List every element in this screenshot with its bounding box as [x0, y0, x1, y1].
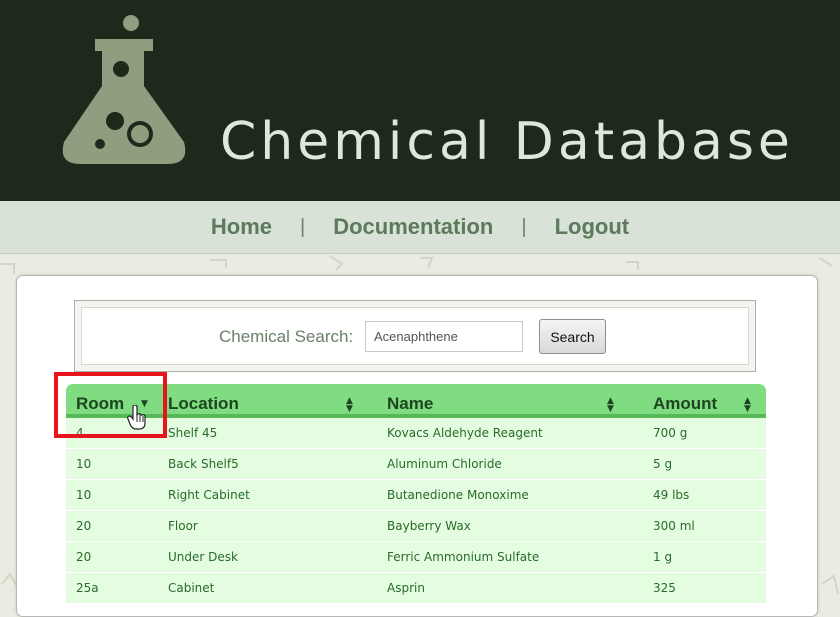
cell-room: 10: [76, 457, 92, 471]
cell-location: Under Desk: [168, 550, 238, 564]
cell-room: 20: [76, 519, 92, 533]
cell-amount: 700 g: [653, 426, 688, 440]
cell-room: 25a: [76, 581, 99, 595]
cell-amount: 5 g: [653, 457, 673, 471]
flask-icon: [62, 15, 186, 164]
search-button[interactable]: Search: [539, 319, 606, 354]
highlight-box: [54, 372, 167, 438]
sort-both-icon[interactable]: ▲ ▼: [607, 397, 614, 414]
nav-home-link[interactable]: Home: [211, 214, 272, 240]
cell-room: 10: [76, 488, 92, 502]
search-input[interactable]: [365, 321, 523, 352]
cell-name: Butanedione Monoxime: [387, 488, 529, 502]
table-header: Room ▼ Location ▲ ▼ Name ▲ ▼ Amount ▲ ▼: [66, 384, 766, 418]
table-row[interactable]: 10 Right Cabinet Butanedione Monoxime 49…: [66, 480, 766, 511]
sort-both-icon[interactable]: ▲ ▼: [744, 397, 751, 414]
table-row[interactable]: 4 Shelf 45 Kovacs Aldehyde Reagent 700 g: [66, 418, 766, 449]
cell-location: Back Shelf5: [168, 457, 239, 471]
nav-separator: |: [300, 215, 306, 238]
table-row[interactable]: 20 Floor Bayberry Wax 300 ml: [66, 511, 766, 542]
table-row[interactable]: 25a Cabinet Asprin 325: [66, 573, 766, 604]
chemical-table: Room ▼ Location ▲ ▼ Name ▲ ▼ Amount ▲ ▼ 4 S…: [66, 384, 766, 604]
cell-room: 20: [76, 550, 92, 564]
cell-name: Kovacs Aldehyde Reagent: [387, 426, 543, 440]
cell-amount: 1 g: [653, 550, 673, 564]
nav-logout-link[interactable]: Logout: [555, 214, 630, 240]
cell-name: Asprin: [387, 581, 425, 595]
nav-separator: |: [521, 215, 527, 238]
cell-location: Right Cabinet: [168, 488, 250, 502]
cell-amount: 325: [653, 581, 676, 595]
cell-name: Ferric Ammonium Sulfate: [387, 550, 540, 564]
column-header-location[interactable]: Location: [168, 394, 239, 414]
cell-location: Floor: [168, 519, 198, 533]
column-header-amount[interactable]: Amount: [653, 394, 717, 414]
sort-both-icon[interactable]: ▲ ▼: [346, 397, 353, 414]
cell-location: Cabinet: [168, 581, 215, 595]
table-row[interactable]: 10 Back Shelf5 Aluminum Chloride 5 g: [66, 449, 766, 480]
site-header: Chemical Database: [0, 0, 840, 201]
nav-documentation-link[interactable]: Documentation: [333, 214, 493, 240]
cell-name: Bayberry Wax: [387, 519, 471, 533]
site-title: Chemical Database: [220, 112, 794, 172]
cell-location: Shelf 45: [168, 426, 218, 440]
table-row[interactable]: 20 Under Desk Ferric Ammonium Sulfate 1 …: [66, 542, 766, 573]
search-label: Chemical Search:: [219, 327, 354, 346]
column-header-name[interactable]: Name: [387, 394, 433, 414]
cell-amount: 300 ml: [653, 519, 695, 533]
main-nav: Home | Documentation | Logout: [0, 201, 840, 254]
hand-cursor-icon: [127, 405, 146, 430]
cell-name: Aluminum Chloride: [387, 457, 502, 471]
cell-amount: 49 lbs: [653, 488, 690, 502]
